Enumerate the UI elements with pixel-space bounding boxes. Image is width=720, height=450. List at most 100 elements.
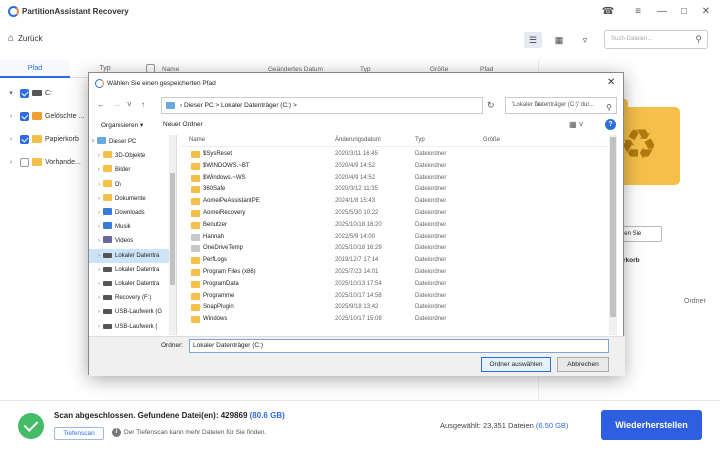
nav-item[interactable]: ˅ Dieser PC xyxy=(89,135,176,149)
file-row[interactable]: Program Files (x86) 2025/7/23 14:01 Dateio… xyxy=(179,267,599,279)
back-arrow-icon[interactable]: ← xyxy=(97,100,105,109)
chevron-right-icon[interactable]: › xyxy=(95,305,103,319)
nav-item[interactable]: › D\ xyxy=(89,178,176,192)
file-date: 2025/10/18 16:29 xyxy=(335,245,382,252)
menu-icon[interactable]: ≡ xyxy=(631,5,645,19)
file-row[interactable]: OneDriveTemp 2025/10/18 16:29 Dateiordner xyxy=(179,243,599,255)
nav-item[interactable]: › Bilder xyxy=(89,163,176,177)
file-type: Dateiordner xyxy=(415,316,447,323)
file-row[interactable]: Benutzer 2025/10/18 16:20 Dateiordner xyxy=(179,220,599,232)
nav-item[interactable]: › Musik xyxy=(89,220,176,234)
tab-path[interactable]: Pfad xyxy=(0,60,70,78)
chevron-right-icon[interactable]: › xyxy=(95,234,103,248)
file-row[interactable]: Programme 2025/10/17 14:58 Dateiordner xyxy=(179,291,599,303)
recent-chevron-icon[interactable]: ˅ xyxy=(127,100,132,109)
chevron-right-icon[interactable]: › xyxy=(95,249,103,263)
restore-button[interactable]: Wiederherstellen xyxy=(601,410,702,440)
checkbox[interactable] xyxy=(20,88,29,98)
chevron-down-icon[interactable]: ▾ xyxy=(6,89,16,97)
checkbox[interactable] xyxy=(20,134,29,144)
chevron-right-icon[interactable]: › xyxy=(95,220,103,234)
close-icon[interactable]: ✕ xyxy=(699,5,713,19)
file-row[interactable]: 360Safe 2020/3/12 11:35 Dateiordner xyxy=(179,184,599,196)
view-mode-icon[interactable]: ▦ ˅ xyxy=(569,120,583,129)
music-icon xyxy=(103,222,112,230)
breadcrumb-drive[interactable]: Lokaler Datenträger (C:) xyxy=(221,102,291,109)
dialog-title: Wählen Sie einen gespeicherten Pfad xyxy=(107,80,216,87)
organize-button[interactable]: Organisieren ▾ xyxy=(101,121,143,129)
chevron-right-icon[interactable]: › xyxy=(95,263,103,277)
file-col-name[interactable]: Name xyxy=(189,137,205,143)
search-input[interactable]: Such-Dateien... ⚲ xyxy=(604,30,708,49)
file-row[interactable]: AomeiRecovery 2025/5/30 10:22 Dateiordner xyxy=(179,208,599,220)
drive-icon xyxy=(103,323,112,329)
file-col-date[interactable]: Änderungsdatum xyxy=(335,137,381,143)
nav-item-label: Lokaler Datentra xyxy=(115,281,160,287)
chevron-right-icon[interactable]: › xyxy=(6,136,16,143)
support-headset-icon[interactable]: ☎ xyxy=(601,5,615,19)
nav-item[interactable]: › USB-Laufwerk (G xyxy=(89,305,176,319)
list-view-icon[interactable]: ☰ xyxy=(524,32,542,48)
help-icon[interactable]: ? xyxy=(605,119,616,130)
file-row[interactable]: AomeiPeAssistantPE 2024/1/8 15:43 Dateiord… xyxy=(179,196,599,208)
nav-item[interactable]: › Lokaler Datentra xyxy=(89,263,176,277)
file-row[interactable]: $WINDOWS.~BT 2020/4/9 14:52 Dateiordner xyxy=(179,161,599,173)
file-type: Dateiordner xyxy=(415,186,447,193)
filter-icon[interactable]: ▿ xyxy=(576,32,594,48)
file-row[interactable]: ProgramData 2025/10/13 17:54 Dateiordner xyxy=(179,279,599,291)
back-button[interactable]: ⌂ Zurück xyxy=(8,33,43,44)
file-list-scrollbar-thumb[interactable] xyxy=(610,137,616,317)
chevron-right-icon[interactable]: › xyxy=(95,163,103,177)
nav-item[interactable]: › Downloads xyxy=(89,206,176,220)
refresh-icon[interactable]: ↻ xyxy=(487,100,495,111)
file-row[interactable]: $SysReset 2020/3/11 16:45 Dateiordner xyxy=(179,149,599,161)
cancel-button[interactable]: Abbrechen xyxy=(557,357,609,372)
nav-item[interactable]: › 3D-Objekte xyxy=(89,149,176,163)
file-col-size[interactable]: Größe xyxy=(483,137,500,143)
nav-item[interactable]: › Recovery (F:) xyxy=(89,291,176,305)
chevron-down-icon[interactable]: ˅ xyxy=(89,135,97,149)
nav-item[interactable]: › Lokaler Datentra xyxy=(89,248,176,263)
chevron-right-icon[interactable]: › xyxy=(6,159,16,166)
nav-scrollbar-thumb[interactable] xyxy=(170,173,175,285)
chevron-right-icon[interactable]: › xyxy=(95,291,103,305)
file-name: $WINDOWS.~BT xyxy=(203,162,250,169)
breadcrumb-this-pc[interactable]: Dieser PC xyxy=(184,102,214,109)
chevron-right-icon[interactable]: › xyxy=(95,178,103,192)
file-row[interactable]: SnapPlugin 2025/9/18 13:42 Dateiordner xyxy=(179,302,599,314)
select-folder-button[interactable]: Ordner auswählen xyxy=(481,357,551,372)
address-bar[interactable]: › Dieser PC > Lokaler Datenträger (C:) >… xyxy=(161,97,540,114)
forward-arrow-icon[interactable]: → xyxy=(113,100,121,109)
file-row[interactable]: Windows 2025/10/17 15:08 Dateiordner xyxy=(179,314,599,326)
file-row[interactable]: $Windows.~WS 2020/4/9 14:52 Dateiordner xyxy=(179,173,599,185)
chevron-right-icon[interactable]: › xyxy=(6,113,16,120)
chevron-right-icon[interactable]: › xyxy=(95,192,103,206)
minimize-icon[interactable]: — xyxy=(655,5,669,19)
chevron-right-icon[interactable]: › xyxy=(95,206,103,220)
chevron-right-icon[interactable]: › xyxy=(95,149,103,163)
file-row[interactable]: Hannah 2022/5/9 14:00 Dateiordner xyxy=(179,232,599,244)
file-date: 2025/10/18 16:20 xyxy=(335,221,382,228)
maximize-icon[interactable]: □ xyxy=(677,5,691,19)
checkbox[interactable] xyxy=(20,157,29,167)
folder-label: Ordner: xyxy=(161,342,184,349)
folder-icon xyxy=(191,269,200,276)
grid-view-icon[interactable]: ▦ xyxy=(550,32,568,48)
nav-item[interactable]: › Lokaler Datentra xyxy=(89,277,176,291)
deep-scan-button[interactable]: Tiefenscan xyxy=(54,427,104,440)
chevron-right-icon[interactable]: › xyxy=(95,320,103,334)
dialog-search-input[interactable]: 'Lokaler Datenträger (C:)' dur... ⚲ xyxy=(505,97,617,114)
dialog-close-icon[interactable]: ✕ xyxy=(607,77,615,88)
dialog-file-list: Name Änderungsdatum Typ Größe $SysReset 2… xyxy=(179,135,609,335)
new-folder-button[interactable]: Neuer Ordner xyxy=(163,121,203,128)
checkbox[interactable] xyxy=(20,111,29,121)
up-arrow-icon[interactable]: ↑ xyxy=(141,100,145,109)
folder-input[interactable]: Lokaler Datenträger (C:) xyxy=(189,339,609,353)
chevron-right-icon[interactable]: › xyxy=(95,277,103,291)
file-col-type[interactable]: Typ xyxy=(415,137,425,143)
nav-item[interactable]: › Videos xyxy=(89,234,176,248)
nav-item[interactable]: › Dokumente xyxy=(89,192,176,206)
file-row[interactable]: PerfLogs 2019/12/7 17:14 Dateiordner xyxy=(179,255,599,267)
nav-item[interactable]: › USB-Laufwerk ( xyxy=(89,320,176,334)
status-bar: Scan abgeschlossen. Gefundene Datei(en):… xyxy=(0,400,720,450)
